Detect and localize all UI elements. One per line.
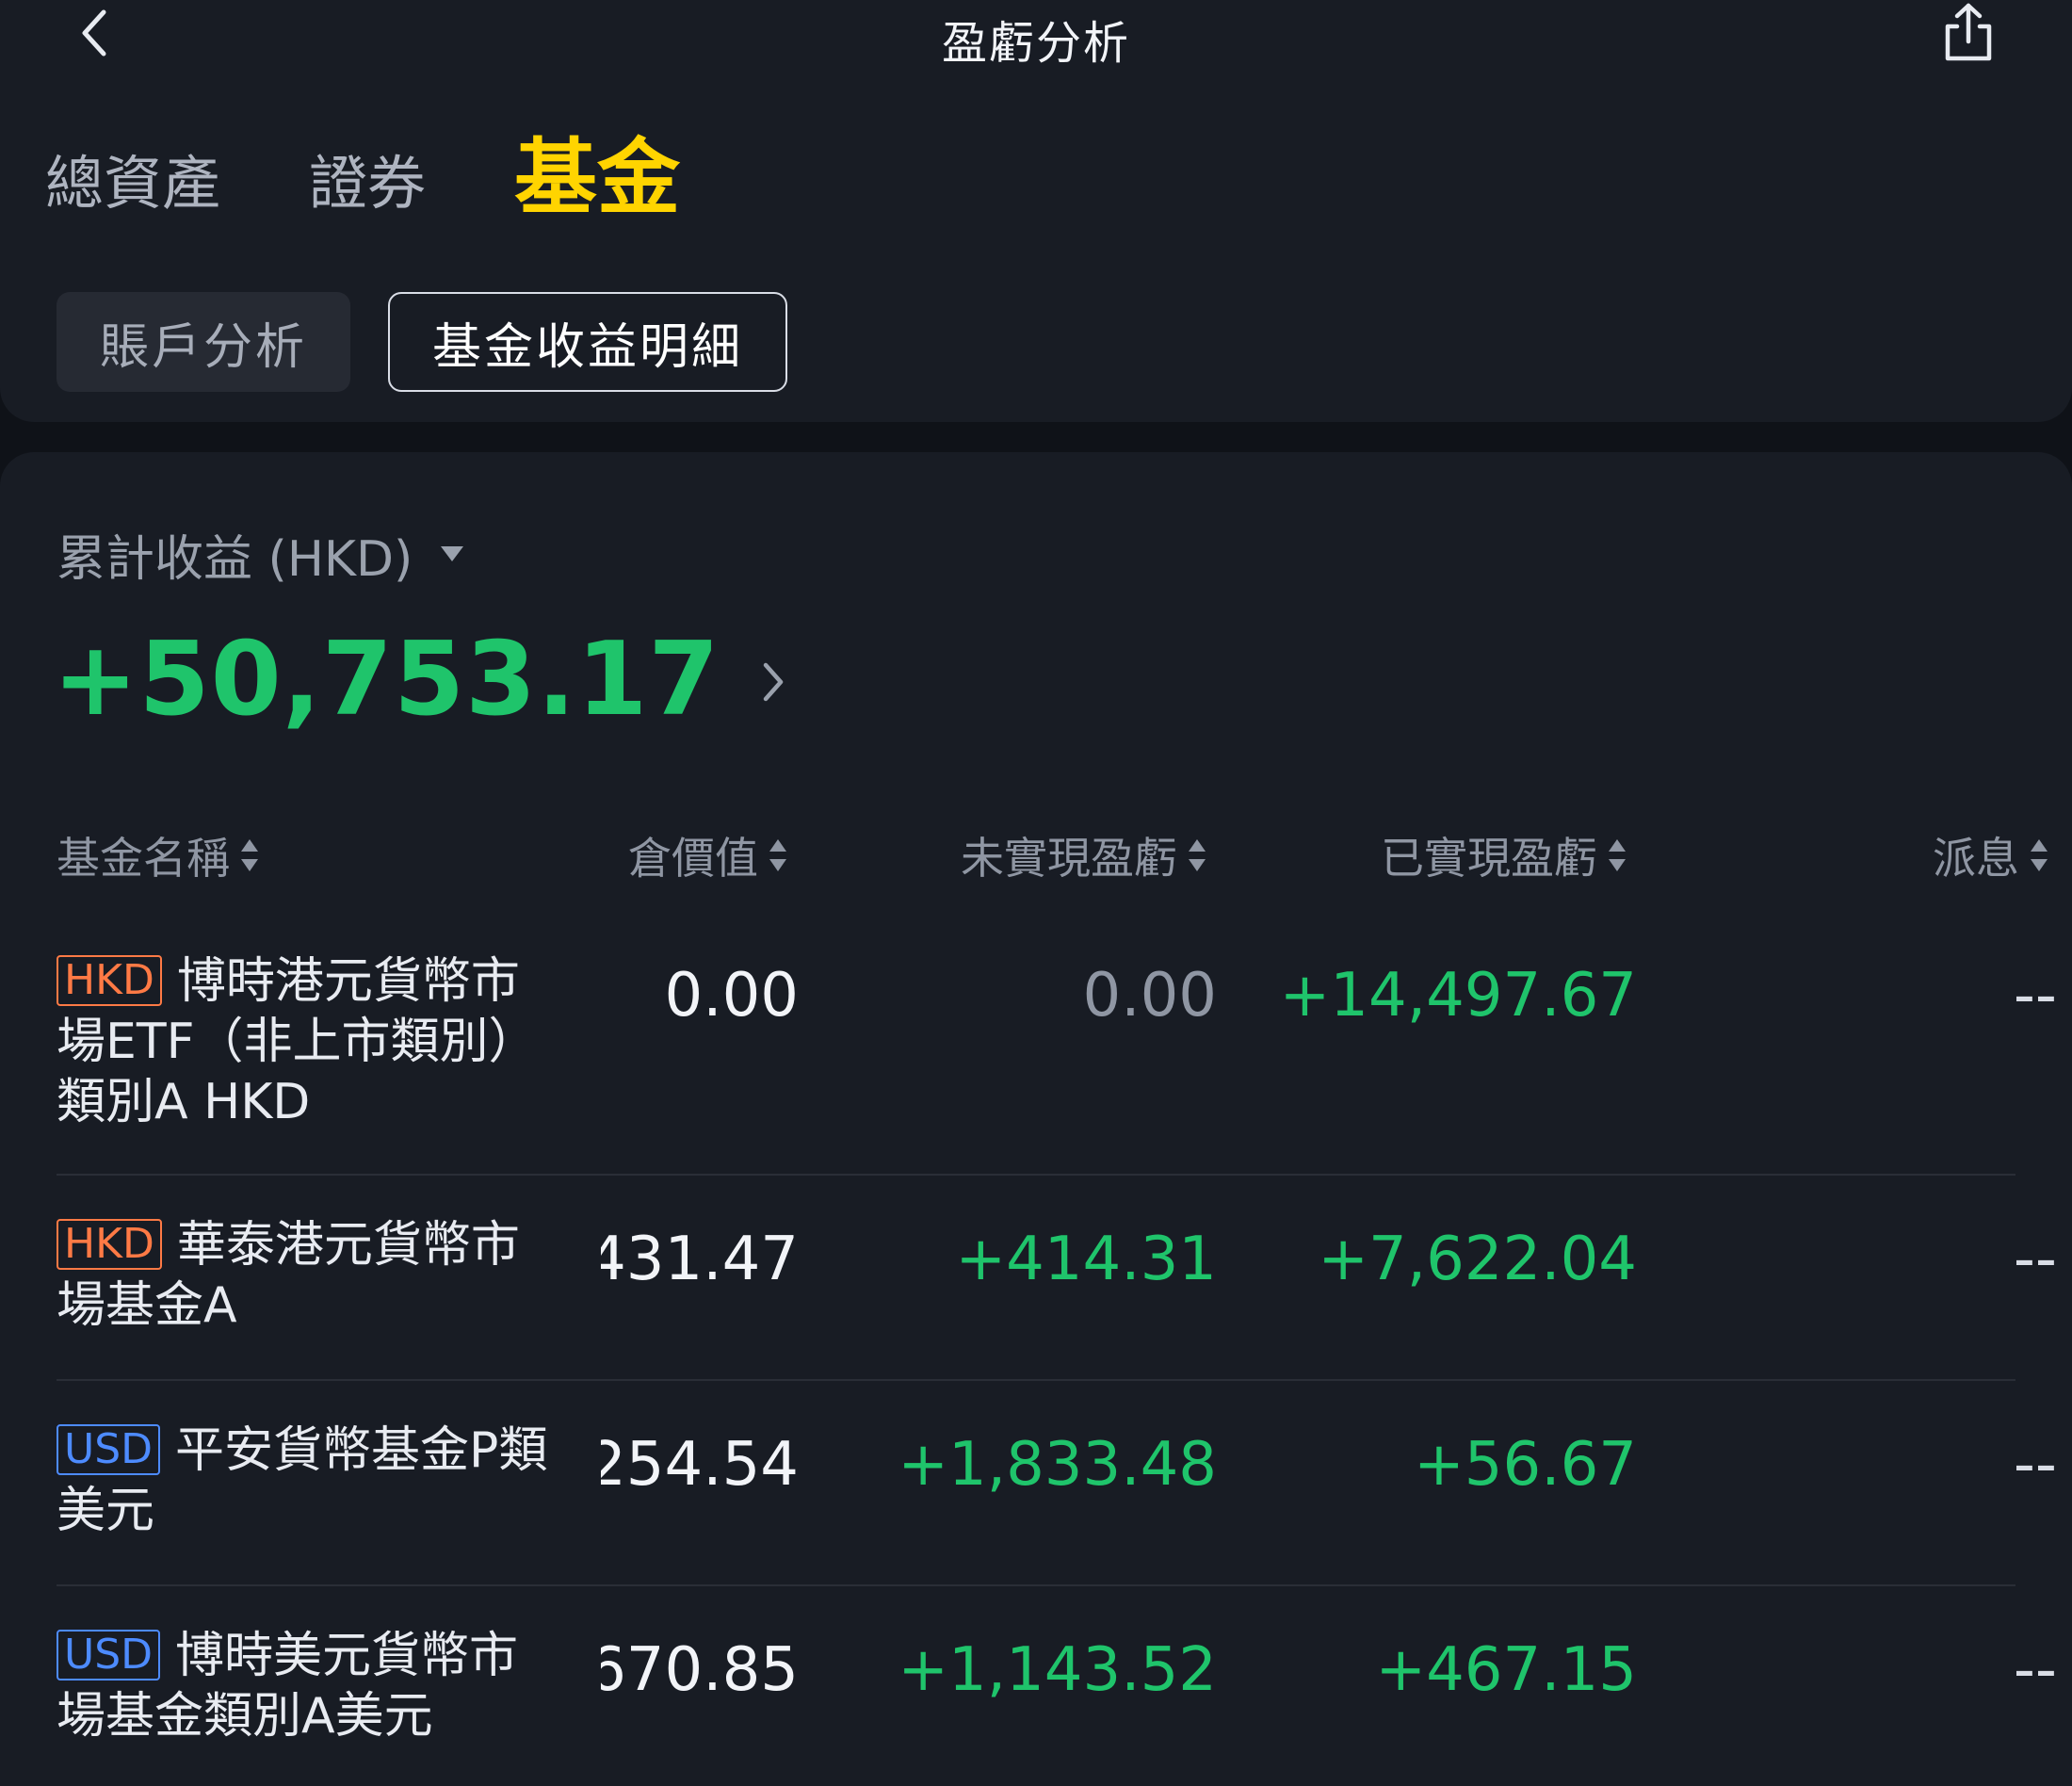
page-title: 盈虧分析 — [941, 17, 1130, 70]
unrealized-pnl: +1,143.52 — [898, 1635, 1217, 1705]
fund-name: USD 博時美元貨幣市場基金類別A美元 — [57, 1626, 565, 1746]
position-value-text: 0.00 — [664, 961, 800, 1031]
chevron-right-icon — [754, 654, 792, 710]
column-header-unrealized-pnl[interactable]: 未實現盈虧 — [961, 818, 1206, 893]
column-header-position-value[interactable]: 倉價值 — [628, 818, 786, 893]
dividend: -- — [2013, 1635, 2057, 1705]
realized-pnl: +14,497.67 — [1279, 961, 1637, 1031]
tab-securities[interactable]: 證券 — [309, 132, 426, 235]
row-divider — [57, 1584, 2015, 1586]
fund-name: HKD 華泰港元貨幣市場基金A — [57, 1215, 565, 1336]
column-label: 倉價值 — [628, 833, 758, 884]
sort-icon — [1609, 839, 1626, 871]
table-header: 基金名稱 倉價值 未實現盈虧 已實現盈虧 派息 — [0, 818, 2072, 893]
dividend: -- — [2013, 961, 2057, 1031]
position-value: 670.85 — [601, 1635, 799, 1705]
column-header-dividend[interactable]: 派息 — [1933, 818, 2048, 893]
position-value-text: 254.54 — [601, 1430, 799, 1500]
realized-pnl: +467.15 — [1375, 1635, 1637, 1705]
dividend: -- — [2013, 1225, 2057, 1294]
nav-bar: 盈虧分析 — [0, 0, 2072, 75]
subtab-fund-returns-detail[interactable]: 基金收益明細 — [388, 292, 787, 392]
header-panel: 盈虧分析 總資產 證券 基金 賬戶分析 基金收益明細 — [0, 0, 2072, 422]
position-value: 431.47 — [601, 1225, 799, 1294]
row-divider — [57, 1174, 2015, 1176]
position-value-text: 670.85 — [601, 1635, 799, 1705]
currency-badge: USD — [57, 1630, 161, 1680]
dividend: -- — [2013, 1430, 2057, 1500]
column-header-fund-name[interactable]: 基金名稱 — [57, 818, 258, 893]
realized-pnl: +56.67 — [1414, 1430, 1637, 1500]
cumulative-return-link[interactable]: +50,753.17 — [53, 618, 792, 740]
fund-name: USD 平安貨幣基金P類美元 — [57, 1421, 565, 1541]
unrealized-pnl: 0.00 — [1082, 961, 1218, 1031]
tab-funds[interactable]: 基金 — [514, 126, 680, 230]
position-value: 254.54 — [601, 1430, 799, 1500]
currency-badge: HKD — [57, 955, 162, 1006]
cumulative-return-label: 累計收益 (HKD) — [57, 530, 413, 588]
unrealized-pnl: +1,833.48 — [898, 1430, 1217, 1500]
currency-badge: HKD — [57, 1219, 162, 1270]
currency-badge: USD — [57, 1424, 161, 1475]
column-label: 已實現盈虧 — [1381, 833, 1597, 884]
row-divider — [57, 1379, 2015, 1381]
realized-pnl: +7,622.04 — [1318, 1225, 1637, 1294]
column-header-realized-pnl[interactable]: 已實現盈虧 — [1381, 818, 1626, 893]
cumulative-return-value: +50,753.17 — [53, 620, 720, 739]
sort-icon — [769, 839, 786, 871]
cumulative-return-selector[interactable]: 累計收益 (HKD) — [57, 516, 464, 592]
column-label: 派息 — [1933, 833, 2019, 884]
table-row[interactable]: HKD 博時港元貨幣市場ETF（非上市類別）類別A HKD 0.00 0.00 +… — [0, 942, 2072, 1173]
column-label: 基金名稱 — [57, 833, 230, 884]
tab-total-assets[interactable]: 總資產 — [45, 132, 220, 235]
table-row[interactable]: HKD 華泰港元貨幣市場基金A 431.47 +414.31 +7,622.04 … — [0, 1206, 2072, 1375]
fund-name: HKD 博時港元貨幣市場ETF（非上市類別）類別A HKD — [57, 951, 565, 1132]
sort-icon — [1189, 839, 1206, 871]
share-button[interactable] — [1938, 0, 1999, 68]
position-value: 0.00 — [601, 961, 800, 1031]
table-row[interactable]: USD 博時美元貨幣市場基金類別A美元 670.85 +1,143.52 +467… — [0, 1616, 2072, 1786]
sort-icon — [241, 839, 258, 871]
table-row[interactable]: USD 平安貨幣基金P類美元 254.54 +1,833.48 +56.67 -- — [0, 1411, 2072, 1581]
subtab-account-analysis[interactable]: 賬戶分析 — [57, 292, 350, 392]
position-value-text: 431.47 — [601, 1225, 799, 1294]
caret-down-icon — [441, 546, 464, 561]
sort-icon — [2031, 839, 2048, 871]
unrealized-pnl: +414.31 — [955, 1225, 1217, 1294]
share-icon — [1942, 2, 1995, 66]
column-label: 未實現盈虧 — [961, 833, 1177, 884]
